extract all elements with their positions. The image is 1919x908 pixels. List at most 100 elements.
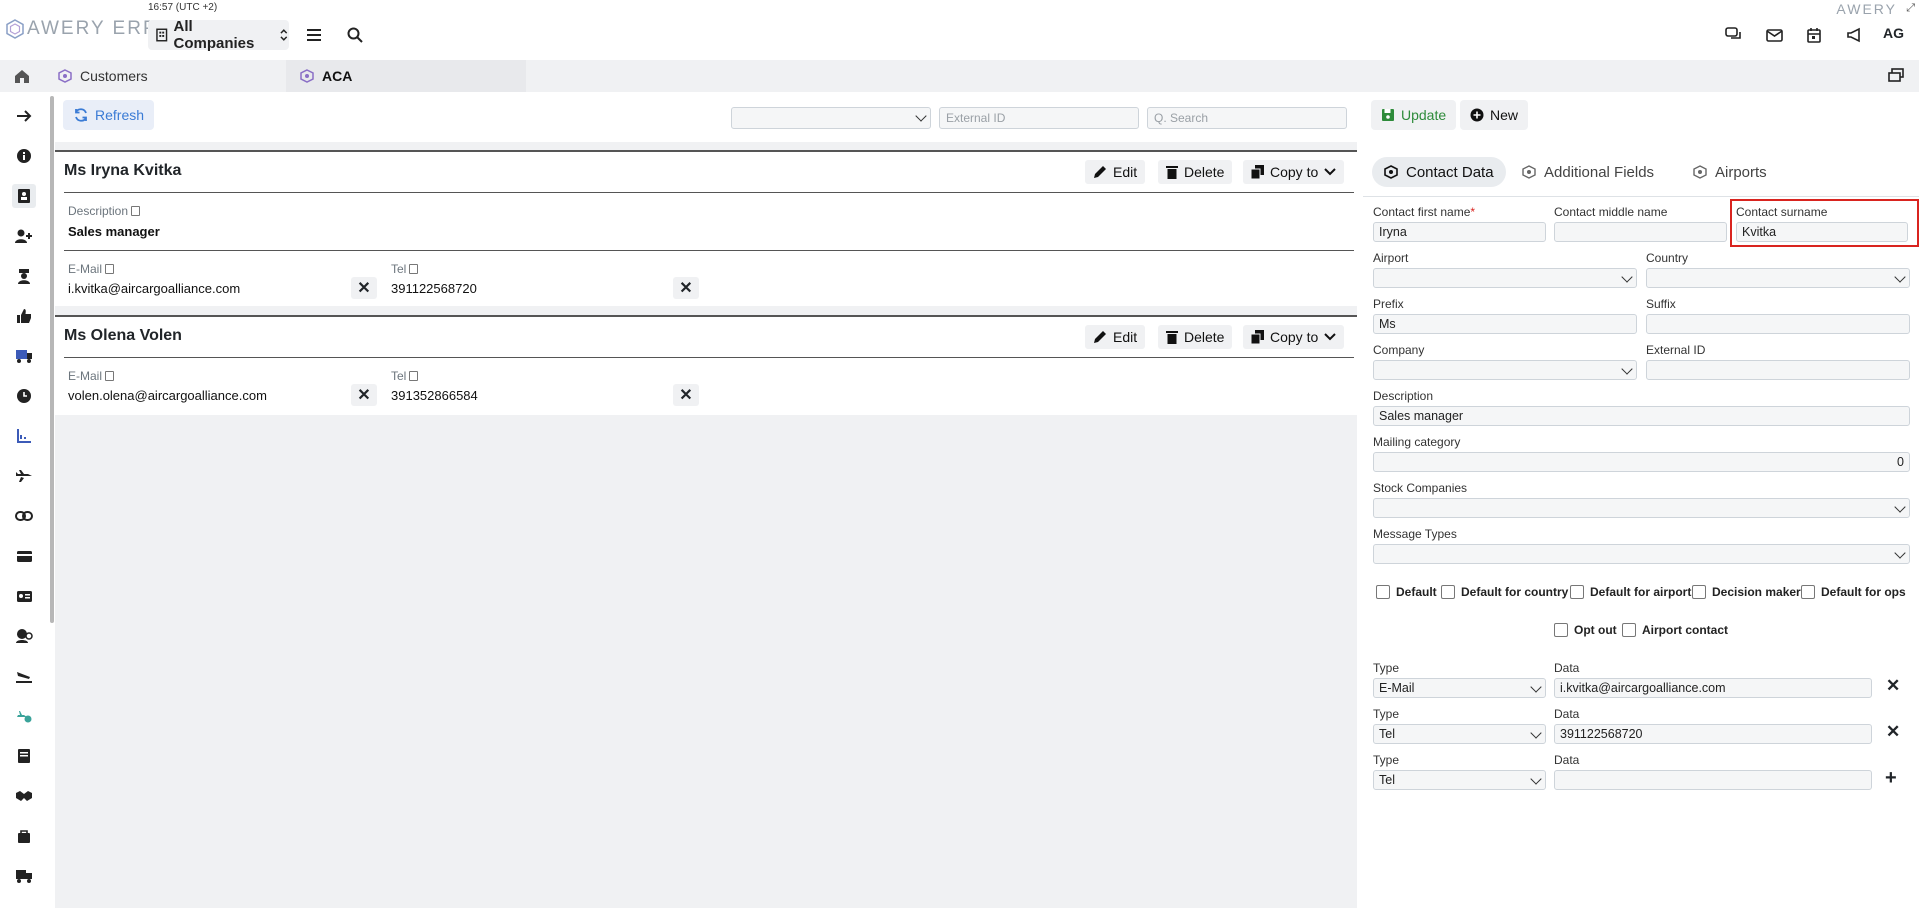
id-card-icon[interactable] xyxy=(12,584,36,608)
calendar-icon[interactable] xyxy=(1803,24,1825,46)
remove-email-button[interactable]: ✕ xyxy=(351,277,377,299)
chat-icon[interactable] xyxy=(1723,24,1745,46)
type-select[interactable]: Tel xyxy=(1373,724,1546,744)
middle-name-input[interactable] xyxy=(1554,222,1727,242)
search-input[interactable]: Q. Search xyxy=(1147,107,1347,129)
company-select[interactable] xyxy=(1373,360,1637,380)
first-name-input[interactable]: Iryna xyxy=(1373,222,1546,242)
contact-card[interactable]: Ms Iryna Kvitka Edit Delete Copy to Desc… xyxy=(55,150,1357,306)
truck-icon[interactable] xyxy=(12,344,36,368)
user-avatar[interactable]: AG xyxy=(1883,25,1904,41)
tab-airports[interactable]: Airports xyxy=(1681,157,1779,187)
menu-icon[interactable] xyxy=(303,24,325,46)
prefix-input[interactable]: Ms xyxy=(1373,314,1637,334)
chart-icon[interactable] xyxy=(12,424,36,448)
remove-row-button[interactable]: ✕ xyxy=(1886,676,1900,696)
sidebar-scrollbar[interactable] xyxy=(50,96,54,623)
copy-icon[interactable] xyxy=(105,264,115,274)
remove-tel-button[interactable]: ✕ xyxy=(673,277,699,299)
info-icon[interactable] xyxy=(12,144,36,168)
plane-check-icon[interactable] xyxy=(12,704,36,728)
card-icon[interactable] xyxy=(12,544,36,568)
windows-icon[interactable] xyxy=(1888,68,1904,85)
type-label: Type xyxy=(1373,753,1400,767)
building-icon xyxy=(156,28,168,42)
clock-icon[interactable] xyxy=(12,384,36,408)
tab-contact-data[interactable]: Contact Data xyxy=(1372,157,1506,187)
description-input[interactable]: Sales manager xyxy=(1373,406,1910,426)
remove-row-button[interactable]: ✕ xyxy=(1886,722,1900,742)
mailing-category-input[interactable]: 0 xyxy=(1373,452,1910,472)
pilot-icon[interactable] xyxy=(12,264,36,288)
home-tab[interactable] xyxy=(0,60,44,92)
decision-maker-checkbox[interactable]: Decision maker xyxy=(1692,585,1801,599)
stock-companies-select[interactable] xyxy=(1373,498,1910,518)
edit-button[interactable]: Edit xyxy=(1085,325,1146,349)
company-selector[interactable]: All Companies xyxy=(148,18,289,52)
refresh-button[interactable]: Refresh xyxy=(63,100,155,130)
delete-button[interactable]: Delete xyxy=(1158,325,1233,349)
copy-to-button[interactable]: Copy to xyxy=(1243,160,1345,184)
data-input[interactable]: 391122568720 xyxy=(1554,724,1872,744)
search-icon[interactable] xyxy=(344,24,366,46)
type-select[interactable]: Tel xyxy=(1373,770,1546,790)
hex-icon xyxy=(1522,165,1536,179)
copy-icon[interactable] xyxy=(409,264,419,274)
external-id-field[interactable] xyxy=(1646,360,1910,380)
type-select[interactable]: E-Mail xyxy=(1373,678,1546,698)
collapse-arrow-icon[interactable] xyxy=(12,104,36,128)
plane-landing-icon[interactable] xyxy=(12,664,36,688)
book-icon[interactable] xyxy=(12,744,36,768)
airport-select[interactable] xyxy=(1373,268,1637,288)
data-input[interactable]: i.kvitka@aircargoalliance.com xyxy=(1554,678,1872,698)
tel-value: 391352866584 xyxy=(391,388,478,403)
message-types-select[interactable] xyxy=(1373,544,1910,564)
hex-icon xyxy=(1384,165,1398,179)
contact-book-icon[interactable] xyxy=(12,184,36,208)
megaphone-icon[interactable] xyxy=(1843,24,1865,46)
copy-icon[interactable] xyxy=(131,206,141,216)
default-airport-checkbox[interactable]: Default for airport xyxy=(1570,585,1691,599)
opt-out-checkbox[interactable]: Opt out xyxy=(1554,623,1617,637)
edit-button[interactable]: Edit xyxy=(1085,160,1146,184)
default-country-checkbox[interactable]: Default for country xyxy=(1441,585,1568,599)
add-row-button[interactable]: + xyxy=(1885,767,1897,790)
company-name: All Companies xyxy=(173,18,255,52)
default-ops-checkbox[interactable]: Default for ops xyxy=(1801,585,1906,599)
tab-customers[interactable]: Customers xyxy=(44,60,286,92)
filter-select[interactable] xyxy=(731,107,931,129)
remove-email-button[interactable]: ✕ xyxy=(351,384,377,406)
chevron-down-icon xyxy=(1324,168,1336,176)
support-icon[interactable] xyxy=(12,624,36,648)
link-icon[interactable] xyxy=(12,504,36,528)
airport-contact-checkbox[interactable]: Airport contact xyxy=(1622,623,1728,637)
brand-logo[interactable]: AWERY ERP xyxy=(6,18,158,40)
bag-icon[interactable] xyxy=(12,824,36,848)
handshake-icon[interactable] xyxy=(12,784,36,808)
delete-button[interactable]: Delete xyxy=(1158,160,1233,184)
middle-name-label: Contact middle name xyxy=(1554,205,1668,219)
country-select[interactable] xyxy=(1646,268,1910,288)
contact-card[interactable]: Ms Olena Volen Edit Delete Copy to E-Mai… xyxy=(55,315,1357,415)
highlight-box xyxy=(1730,199,1919,247)
update-button[interactable]: Update xyxy=(1371,100,1457,130)
copy-icon[interactable] xyxy=(409,371,419,381)
default-checkbox[interactable]: Default xyxy=(1376,585,1437,599)
tab-additional-fields[interactable]: Additional Fields xyxy=(1510,157,1666,187)
email-label: E-Mail xyxy=(68,369,115,383)
copy-icon[interactable] xyxy=(105,371,115,381)
suffix-input[interactable] xyxy=(1646,314,1910,334)
mail-icon[interactable] xyxy=(1763,24,1785,46)
copy-to-button[interactable]: Copy to xyxy=(1243,325,1345,349)
remove-tel-button[interactable]: ✕ xyxy=(673,384,699,406)
plane-icon[interactable] xyxy=(12,464,36,488)
expand-icon[interactable]: ⤢ xyxy=(1906,2,1915,15)
new-button[interactable]: New xyxy=(1460,100,1529,130)
shipping-icon[interactable] xyxy=(12,864,36,888)
tab-aca[interactable]: ACA xyxy=(286,60,526,92)
data-input[interactable] xyxy=(1554,770,1872,790)
thumbs-up-icon[interactable] xyxy=(12,304,36,328)
type-label: Type xyxy=(1373,707,1400,721)
external-id-input[interactable]: External ID xyxy=(939,107,1139,129)
add-user-icon[interactable] xyxy=(12,224,36,248)
